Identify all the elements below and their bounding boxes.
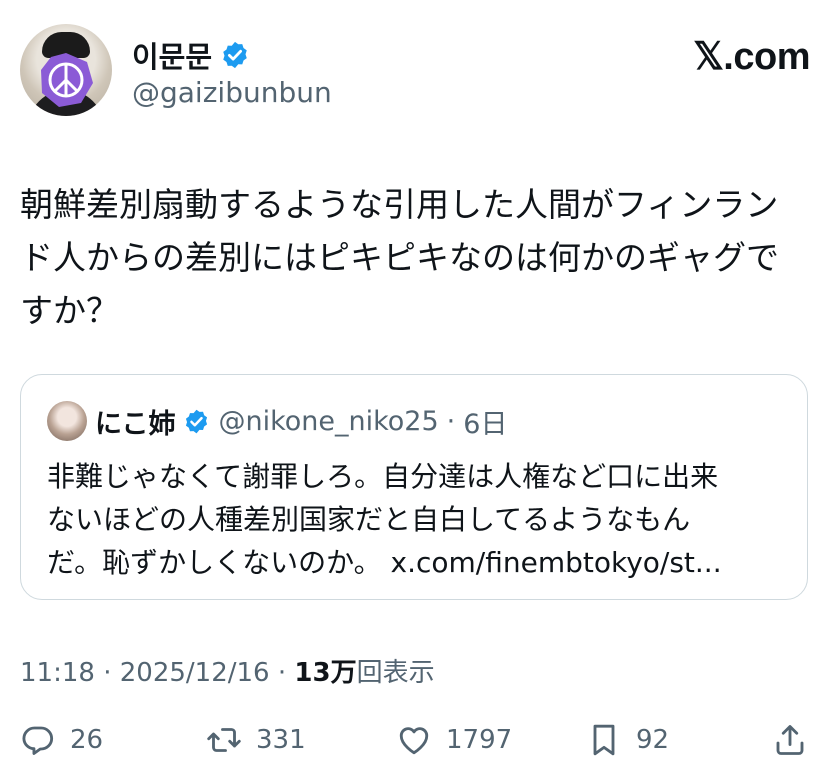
verified-badge-icon <box>186 409 208 433</box>
reply-icon <box>22 726 53 755</box>
meta-separator: · <box>277 658 287 688</box>
author-display-name[interactable]: 이문문 <box>132 34 212 76</box>
view-count: 13万 <box>294 658 357 688</box>
retweet-count: 331 <box>256 725 306 755</box>
quoted-author-name: にこ姉 <box>95 408 176 440</box>
tweet-header: 이문문 @gaizibunbun 𝕏.com <box>20 20 810 120</box>
reply-count: 26 <box>70 725 104 755</box>
heart-icon <box>399 727 429 755</box>
quoted-tweet-card[interactable]: にこ姉 @nikone_niko25 · 6日 非難じゃなくて謝罪しろ。自分達は… <box>20 374 808 600</box>
tweet-time: 11:18 <box>20 658 95 688</box>
share-icon <box>776 725 804 755</box>
reply-button[interactable]: 26 <box>20 718 103 762</box>
quoted-author-handle: @nikone_niko25 <box>218 405 439 437</box>
quoted-tweet-text: 非難じゃなくて謝罪しろ。自分達は人権など口に出来 ないほどの人種差別国家だと自白… <box>47 460 722 579</box>
meta-separator: · <box>446 405 456 437</box>
quoted-tweet-time: 6日 <box>463 408 508 440</box>
quoted-tweet-header: にこ姉 @nikone_niko25 · 6日 <box>47 401 507 441</box>
tweet-text: 朝鮮差別扇動するような引用した人間がフィンラン ド人からの差別にはピキピキなのは… <box>20 185 779 330</box>
x-logo: 𝕏.com <box>693 36 810 78</box>
retweet-icon <box>207 728 241 752</box>
tweet-date: 2025/12/16 <box>119 658 270 688</box>
author-name-row: 이문문 <box>132 34 250 76</box>
like-button[interactable]: 1797 <box>396 718 512 762</box>
tweet-metadata: 11:18 · 2025/12/16 · 13万回表示 <box>20 652 435 689</box>
quoted-author-avatar <box>47 401 87 441</box>
peace-sign-icon <box>41 53 93 107</box>
tweet-actions-bar: 26 331 1797 92 <box>20 718 810 762</box>
share-button[interactable] <box>772 718 808 762</box>
bookmark-count: 92 <box>636 725 670 755</box>
verified-badge-icon <box>223 41 247 69</box>
meta-separator: · <box>103 658 112 688</box>
author-avatar[interactable] <box>20 24 112 116</box>
retweet-button[interactable]: 331 <box>206 718 306 762</box>
view-count-label: 回表示 <box>356 658 435 688</box>
bookmark-button[interactable]: 92 <box>586 718 669 762</box>
author-handle[interactable]: @gaizibunbun <box>132 76 332 109</box>
like-count: 1797 <box>446 725 513 755</box>
bookmark-icon <box>593 724 615 756</box>
